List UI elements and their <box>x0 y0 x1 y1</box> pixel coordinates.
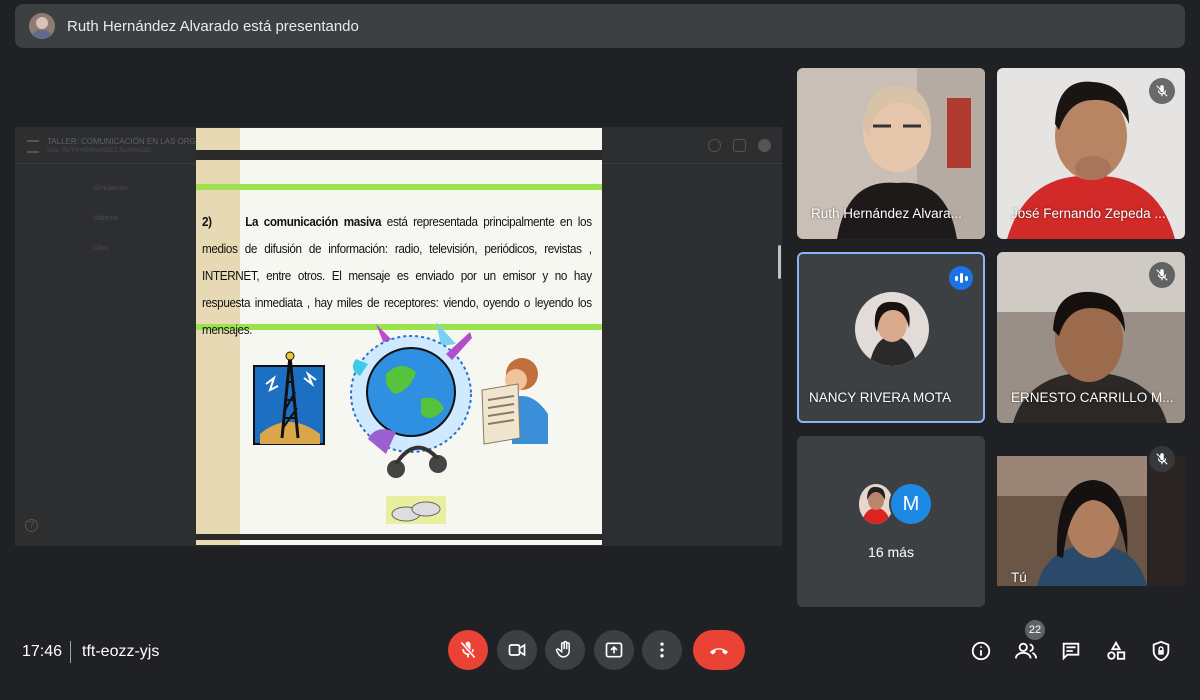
account-icon <box>758 139 771 152</box>
help-icon: ? <box>25 519 38 532</box>
hand-icon <box>555 640 570 658</box>
people-icon <box>1015 642 1037 659</box>
shared-doc-title: TALLER: COMUNICACIÓN EN LAS ORG... <box>47 137 203 146</box>
speaking-indicator-icon <box>949 266 973 290</box>
avatar-letter: M <box>889 482 933 526</box>
participant-tile-active-speaker[interactable]: NANCY RIVERA MOTA <box>797 252 985 423</box>
toggle-camera-button[interactable] <box>497 630 537 670</box>
participant-name: ERNESTO CARRILLO M... <box>1011 390 1174 405</box>
menu-icon <box>27 140 39 153</box>
globe-media-clipart <box>350 322 472 524</box>
newspaper-reader-clipart <box>481 358 548 445</box>
grid-icon <box>733 139 746 152</box>
meeting-details-button[interactable] <box>967 637 995 665</box>
ghost-item: Simulación <box>93 185 128 192</box>
settings-icon <box>708 139 721 152</box>
shield-lock-icon <box>1152 640 1170 662</box>
self-name: Tú <box>1011 570 1027 585</box>
slide-top-bar <box>196 150 602 160</box>
participant-tile[interactable]: José Fernando Zepeda ... <box>997 68 1185 239</box>
camera-icon <box>508 643 526 657</box>
raise-hand-button[interactable] <box>545 630 585 670</box>
slide-number: 2) <box>202 214 212 229</box>
presentation-slide: 2) La comunicación masiva está represent… <box>196 128 602 545</box>
mic-off-icon <box>1149 446 1175 472</box>
participant-name: José Fernando Zepeda ... <box>1011 206 1166 221</box>
toggle-microphone-button[interactable] <box>448 630 488 670</box>
present-icon <box>605 642 623 658</box>
activities-button[interactable] <box>1102 637 1130 665</box>
mic-off-icon <box>1149 262 1175 288</box>
present-screen-button[interactable] <box>594 630 634 670</box>
activities-icon <box>1107 640 1126 660</box>
control-bar: 17:46 tft-eozz-yjs 22 <box>0 615 1200 700</box>
slide-green-line <box>196 184 602 190</box>
mic-off-icon <box>1149 78 1175 104</box>
chat-button[interactable] <box>1057 637 1085 665</box>
shared-doc-subtitle: Sitio: RUTH HERNÁNDEZ ALVARADO <box>47 148 151 154</box>
mic-off-icon <box>460 641 476 659</box>
more-participants-label: 16 más <box>868 544 914 560</box>
presenter-avatar <box>29 13 55 39</box>
divider <box>70 641 71 663</box>
ghost-item: Material <box>93 215 118 222</box>
more-vert-icon <box>660 642 664 658</box>
participant-name: NANCY RIVERA MOTA <box>809 390 952 405</box>
info-icon <box>971 641 991 661</box>
chat-icon <box>1062 642 1080 661</box>
radio-tower-clipart <box>253 351 325 445</box>
scrollbar[interactable] <box>778 245 781 279</box>
presenting-text: Ruth Hernández Alvarado está presentando <box>67 17 359 35</box>
slide-heading: La comunicación masiva <box>245 214 382 229</box>
participant-name: Ruth Hernández Alvara... <box>811 206 962 221</box>
meeting-time: 17:46 <box>22 643 63 660</box>
self-tile[interactable]: Tú <box>997 436 1185 607</box>
people-button[interactable] <box>1012 637 1040 665</box>
host-controls-button[interactable] <box>1147 637 1175 665</box>
participant-tile[interactable]: Ruth Hernández Alvara... <box>797 68 985 239</box>
participant-avatar <box>855 292 929 366</box>
meeting-code: tft-eozz-yjs <box>82 643 160 660</box>
participant-tile[interactable]: ERNESTO CARRILLO M... <box>997 252 1185 423</box>
end-call-button[interactable] <box>693 630 745 670</box>
avatar-photo <box>855 292 929 366</box>
ghost-item: Libro <box>93 245 109 252</box>
presenting-banner: Ruth Hernández Alvarado está presentando <box>15 4 1185 48</box>
slide-bottom-bar <box>196 534 602 540</box>
hang-up-icon <box>710 648 728 655</box>
more-participants-tile[interactable]: M 16 más <box>797 436 985 607</box>
more-options-button[interactable] <box>642 630 682 670</box>
